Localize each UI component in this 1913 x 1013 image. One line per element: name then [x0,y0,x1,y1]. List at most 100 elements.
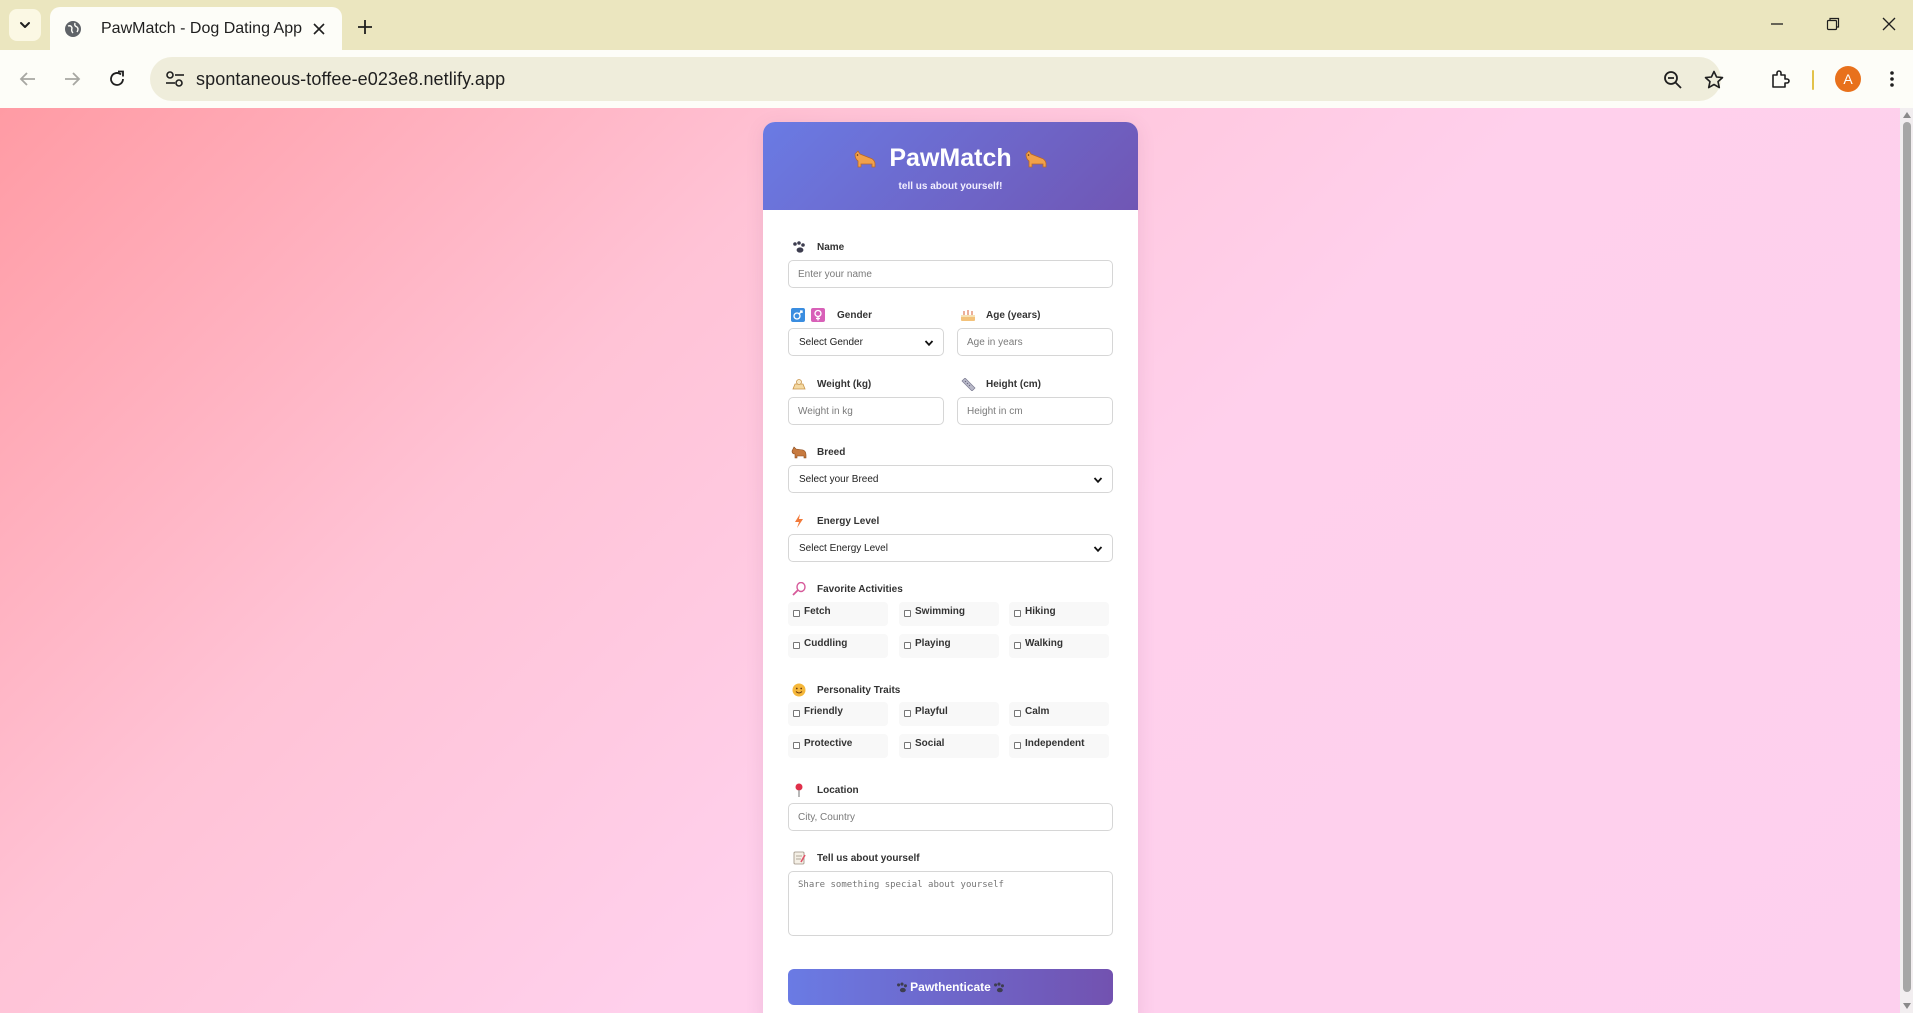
pin-icon [790,783,808,797]
about-label-text: Tell us about yourself [817,852,920,864]
activity-fetch-checkbox[interactable]: Fetch [788,602,888,626]
checkbox-box[interactable] [1014,610,1021,617]
weight-input[interactable] [788,397,944,425]
tab-search-button[interactable] [9,9,41,41]
reload-button[interactable] [101,63,133,95]
energy-label-text: Energy Level [817,515,880,527]
age-label: Age (years) [959,308,1040,322]
checkbox-box[interactable] [904,742,911,749]
checkbox-box[interactable] [793,742,800,749]
close-icon [1882,17,1896,31]
gender-symbols-icon [790,308,828,322]
profile-avatar[interactable]: A [1835,66,1861,92]
profile-form-card: PawMatch tell us about yourself! Name En… [763,122,1138,1013]
zoom-out-icon[interactable] [1660,67,1686,93]
activity-cuddling-checkbox[interactable]: Cuddling [788,634,888,658]
url-text[interactable]: spontaneous-toffee-e023e8.netlify.app [196,69,505,90]
reload-icon [110,70,124,86]
chevron-down-icon [1093,477,1103,484]
checkbox-label: Independent [1025,738,1085,749]
activity-hiking-checkbox[interactable]: Hiking [1009,602,1109,626]
energy-select[interactable]: Select Energy Level [788,534,1113,562]
restore-button[interactable] [1813,8,1853,40]
forward-button[interactable] [56,63,88,95]
close-window-button[interactable] [1869,8,1909,40]
checkbox-box[interactable] [1014,642,1021,649]
about-textarea[interactable] [788,871,1113,936]
activity-walking-checkbox[interactable]: Walking [1009,634,1109,658]
height-input[interactable] [957,397,1113,425]
height-label-text: Height (cm) [986,378,1041,390]
extensions-icon[interactable] [1764,63,1796,95]
trait-calm-checkbox[interactable]: Calm [1009,702,1109,726]
scroll-thumb[interactable] [1903,122,1911,992]
location-input[interactable] [788,803,1113,831]
memo-icon [790,851,808,865]
birthday-cake-icon [959,308,977,322]
paw-icon [790,240,808,254]
checkbox-label: Friendly [804,706,843,717]
trait-social-checkbox[interactable]: Social [899,734,999,758]
checkbox-label: Playful [915,706,948,717]
ruler-icon [959,377,977,391]
checkbox-label: Social [915,738,945,749]
height-label: Height (cm) [959,377,1041,391]
trait-friendly-checkbox[interactable]: Friendly [788,702,888,726]
chevron-down-icon [924,340,934,347]
trait-protective-checkbox[interactable]: Protective [788,734,888,758]
more-menu-icon[interactable] [1876,63,1908,95]
checkbox-box[interactable] [904,610,911,617]
page-scrollbar[interactable] [1900,108,1913,1013]
breed-select[interactable]: Select your Breed [788,465,1113,493]
minimize-button[interactable] [1757,8,1797,40]
checkbox-box[interactable] [904,642,911,649]
submit-button[interactable]: Pawthenticate [788,969,1113,1005]
address-bar[interactable]: spontaneous-toffee-e023e8.netlify.app [150,57,1724,101]
checkbox-box[interactable] [904,710,911,717]
site-settings-icon[interactable] [162,67,188,91]
checkbox-label: Swimming [915,606,966,617]
name-input[interactable] [788,260,1113,288]
scale-icon [790,377,808,391]
browser-tab[interactable]: PawMatch - Dog Dating App [50,7,342,50]
gender-label-text: Gender [837,309,873,321]
app-title: PawMatch [763,122,1138,173]
age-input[interactable] [957,328,1113,356]
checkbox-box[interactable] [1014,742,1021,749]
tab-title: PawMatch - Dog Dating App [101,19,302,37]
browser-tab-strip: PawMatch - Dog Dating App [0,0,1913,50]
close-tab-icon[interactable] [308,18,330,40]
checkbox-label: Protective [804,738,853,749]
scroll-up-arrow[interactable] [1903,112,1911,118]
age-label-text: Age (years) [986,309,1041,321]
checkbox-box[interactable] [793,642,800,649]
new-tab-button[interactable] [350,12,380,42]
checkbox-box[interactable] [793,710,800,717]
checkbox-label: Calm [1025,706,1050,717]
checkbox-box[interactable] [793,610,800,617]
weight-label-text: Weight (kg) [817,378,872,390]
scroll-down-arrow[interactable] [1903,1003,1911,1009]
lightning-icon [790,514,808,528]
traits-label: Personality Traits [790,683,900,697]
breed-label-text: Breed [817,446,846,458]
energy-selected-value: Select Energy Level [799,542,888,554]
submit-button-label: Pawthenticate [910,980,991,994]
checkbox-label: Fetch [804,606,831,617]
restore-icon [1826,17,1840,31]
trait-playful-checkbox[interactable]: Playful [899,702,999,726]
globe-icon [63,19,83,39]
gender-select[interactable]: Select Gender [788,328,944,356]
checkbox-box[interactable] [1014,710,1021,717]
chevron-down-icon [1093,546,1103,553]
page-viewport: PawMatch tell us about yourself! Name En… [0,108,1913,1013]
back-button[interactable] [12,63,44,95]
activity-playing-checkbox[interactable]: Playing [899,634,999,658]
trait-independent-checkbox[interactable]: Independent [1009,734,1109,758]
brand-name: PawMatch [889,144,1012,172]
checkbox-label: Cuddling [804,638,848,649]
activity-swimming-checkbox[interactable]: Swimming [899,602,999,626]
paw-icon [993,982,1004,992]
bookmark-star-icon[interactable] [1701,67,1727,93]
activities-label: Favorite Activities [790,582,903,596]
